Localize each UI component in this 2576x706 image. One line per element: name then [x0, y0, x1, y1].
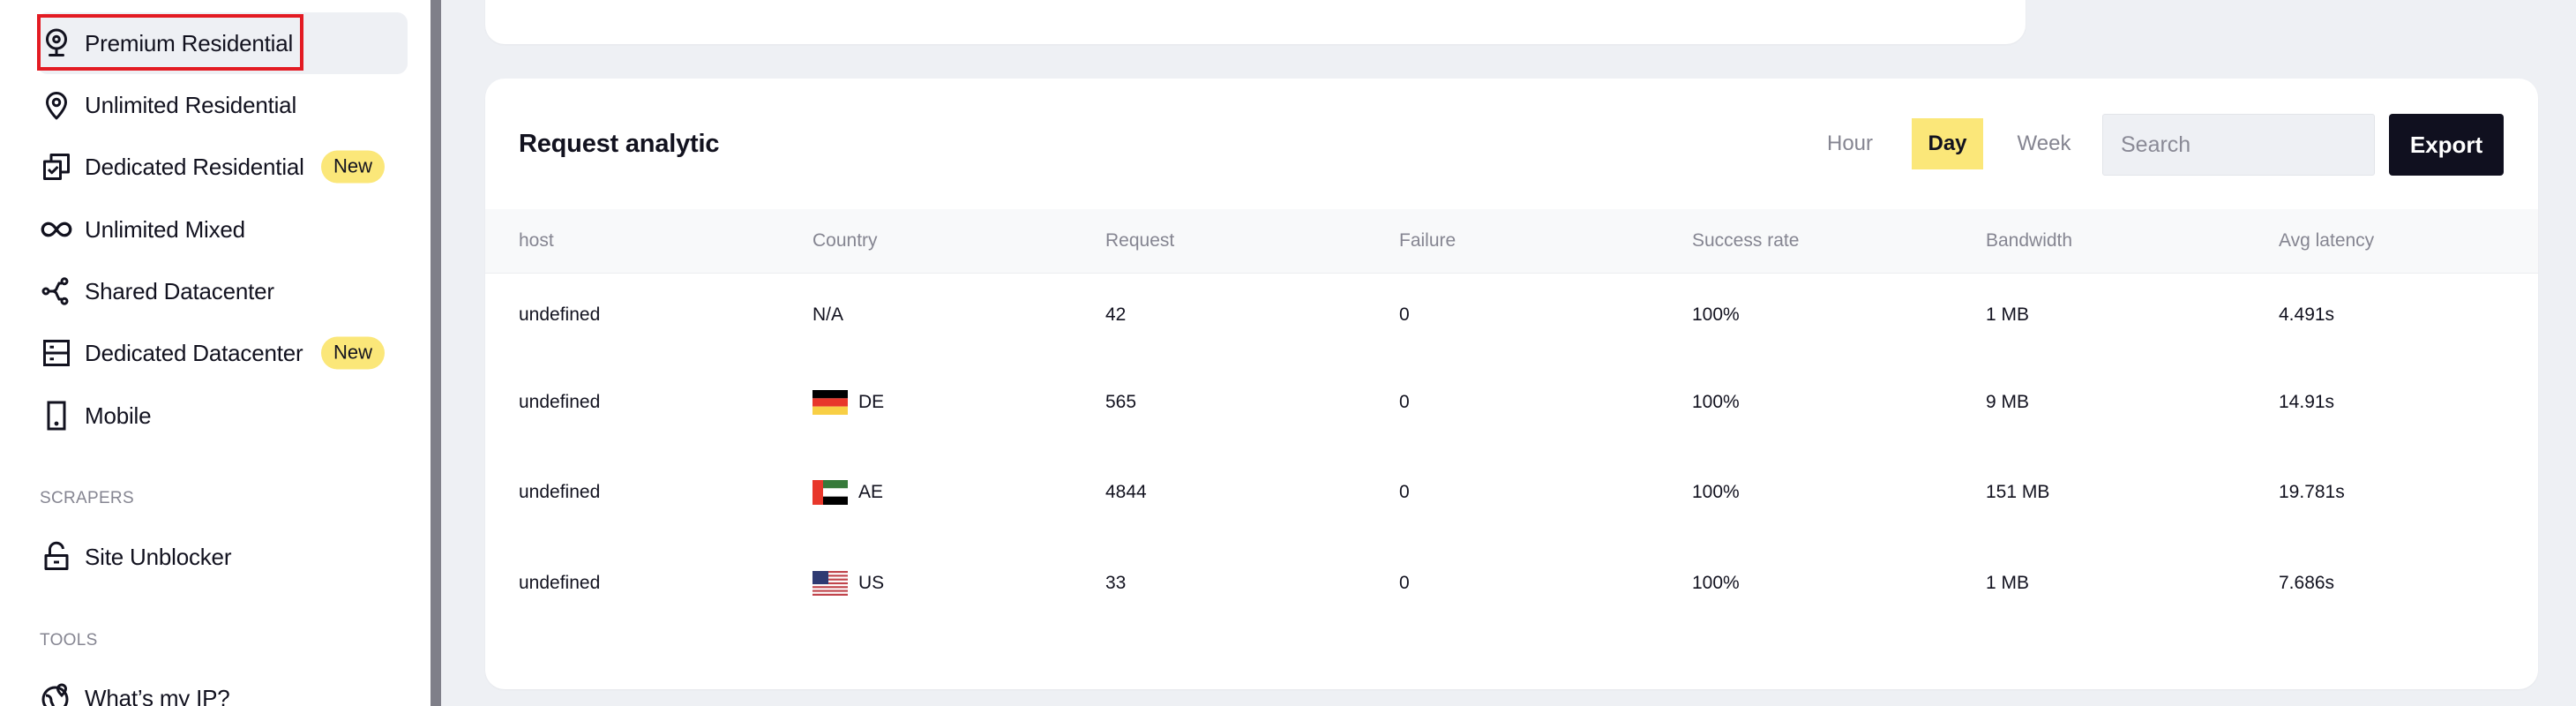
cell-country: US [812, 571, 884, 596]
sidebar-scrollbar[interactable] [431, 0, 441, 706]
share-nodes-icon [41, 275, 72, 307]
sidebar-item-label: Site Unblocker [85, 543, 232, 570]
sidebar-item-label: Unlimited Residential [85, 91, 297, 118]
country-code: N/A [812, 304, 844, 325]
column-header-request[interactable]: Request [1105, 230, 1174, 252]
copy-check-icon [41, 151, 72, 183]
cell-request: 4844 [1105, 482, 1147, 502]
sidebar: Premium Residential Unlimited Residentia… [0, 0, 431, 706]
sidebar-item-label: Mobile [85, 402, 152, 429]
server-icon [41, 337, 72, 369]
column-header-host[interactable]: host [519, 230, 554, 252]
sidebar-item-dedicated-residential[interactable]: Dedicated Residential New [37, 136, 408, 198]
sidebar-item-label: Shared Datacenter [85, 277, 274, 304]
table-row: undefined N/A 42 0 100% 1 MB 4.491s [485, 275, 2538, 355]
request-analytic-card: Request analytic Hour Day Week Export ho… [485, 79, 2538, 689]
column-header-country[interactable]: Country [812, 230, 878, 252]
table-row: undefined AE 4844 0 100% 151 MB 19.781s [485, 453, 2538, 532]
new-badge: New [321, 336, 386, 370]
cell-success-rate: 100% [1692, 482, 1740, 502]
cell-bandwidth: 1 MB [1986, 573, 2030, 593]
cell-host: undefined [519, 573, 601, 593]
cell-request: 42 [1105, 304, 1127, 325]
column-header-failure[interactable]: Failure [1399, 230, 1456, 252]
table-header: host Country Request Failure Success rat… [485, 209, 2538, 274]
cell-host: undefined [519, 392, 601, 412]
infinity-icon [41, 214, 72, 245]
map-pin-icon [41, 89, 72, 121]
cell-avg-latency: 19.781s [2279, 482, 2345, 502]
cell-country: N/A [812, 304, 843, 326]
search-input[interactable] [2102, 114, 2375, 176]
section-title-scrapers: SCRAPERS [40, 489, 134, 507]
cell-host: undefined [519, 482, 601, 502]
cell-failure: 0 [1399, 573, 1410, 593]
webcam-pin-icon [41, 27, 72, 59]
country-code: DE [858, 392, 885, 412]
sidebar-item-premium-residential[interactable]: Premium Residential [37, 12, 408, 74]
table-row: undefined DE 565 0 100% 9 MB 14.91s [485, 363, 2538, 442]
section-title-tools: TOOLS [40, 631, 98, 650]
globe-pin-icon [41, 682, 72, 706]
cell-host: undefined [519, 304, 601, 325]
cell-bandwidth: 151 MB [1986, 482, 2050, 502]
cell-success-rate: 100% [1692, 392, 1740, 412]
sidebar-item-unlimited-mixed[interactable]: Unlimited Mixed [37, 199, 408, 260]
mobile-phone-icon [41, 400, 72, 432]
cell-avg-latency: 7.686s [2279, 573, 2335, 593]
country-code: AE [858, 482, 884, 502]
unlock-icon [41, 541, 72, 573]
cell-avg-latency: 14.91s [2279, 392, 2335, 412]
cell-bandwidth: 1 MB [1986, 304, 2030, 325]
export-button[interactable]: Export [2389, 114, 2504, 176]
period-tab-day[interactable]: Day [1912, 118, 1983, 169]
sidebar-item-mobile[interactable]: Mobile [37, 385, 408, 447]
cell-success-rate: 100% [1692, 573, 1740, 593]
sidebar-item-whats-my-ip[interactable]: What’s my IP? [37, 667, 408, 706]
new-badge: New [321, 150, 386, 184]
sidebar-item-label: What’s my IP? [85, 684, 230, 706]
flag-uae-icon [812, 480, 848, 505]
cell-country: AE [812, 480, 883, 505]
sidebar-item-shared-datacenter[interactable]: Shared Datacenter [37, 260, 408, 322]
cell-failure: 0 [1399, 392, 1410, 412]
sidebar-item-unlimited-residential[interactable]: Unlimited Residential [37, 74, 408, 136]
cell-request: 33 [1105, 573, 1127, 593]
sidebar-item-label: Dedicated Residential [85, 153, 304, 180]
period-tab-week[interactable]: Week [2004, 118, 2084, 169]
column-header-bandwidth[interactable]: Bandwidth [1986, 230, 2072, 252]
flag-usa-icon [812, 571, 848, 596]
cell-request: 565 [1105, 392, 1137, 412]
sidebar-item-dedicated-datacenter[interactable]: Dedicated Datacenter New [37, 322, 408, 384]
column-header-success-rate[interactable]: Success rate [1692, 230, 1799, 252]
cell-failure: 0 [1399, 482, 1410, 502]
top-card [485, 0, 2026, 44]
sidebar-item-site-unblocker[interactable]: Site Unblocker [37, 526, 408, 588]
cell-success-rate: 100% [1692, 304, 1740, 325]
cell-failure: 0 [1399, 304, 1410, 325]
sidebar-item-label: Unlimited Mixed [85, 215, 245, 243]
table-row: undefined US 33 0 100% 1 MB 7.686s [485, 544, 2538, 623]
cell-bandwidth: 9 MB [1986, 392, 2030, 412]
sidebar-item-label: Premium Residential [85, 29, 294, 56]
cell-country: DE [812, 390, 884, 415]
sidebar-item-label: Dedicated Datacenter [85, 339, 303, 366]
card-title: Request analytic [519, 130, 720, 158]
cell-avg-latency: 4.491s [2279, 304, 2335, 325]
column-header-avg-latency[interactable]: Avg latency [2279, 230, 2374, 252]
flag-germany-icon [812, 390, 848, 415]
country-code: US [858, 573, 885, 593]
period-tab-hour[interactable]: Hour [1815, 118, 1885, 169]
